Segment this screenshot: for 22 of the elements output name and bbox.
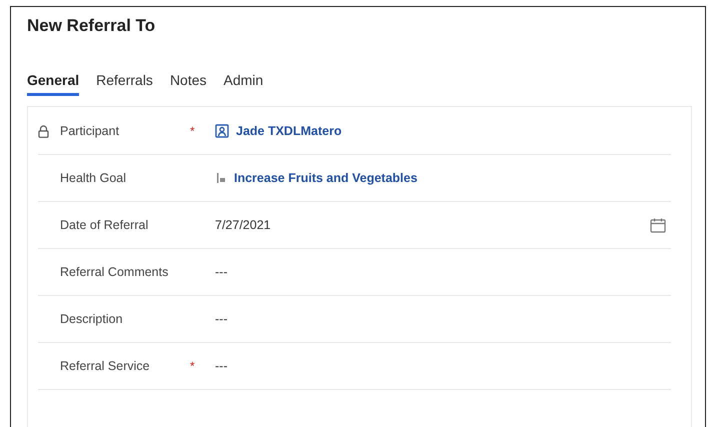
field-label: Date of Referral	[60, 218, 150, 232]
lookup-link[interactable]: Jade TXDLMatero	[236, 124, 342, 138]
field-value[interactable]: ---	[215, 359, 228, 373]
field-label: Participant	[60, 124, 120, 138]
form-title: New Referral To	[27, 16, 156, 36]
field-label: Health Goal	[60, 171, 128, 185]
lookup-link[interactable]: Increase Fruits and Vegetables	[234, 171, 418, 185]
tab[interactable]: Admin	[224, 72, 264, 96]
goal-icon	[215, 172, 227, 184]
field-value[interactable]: ---	[215, 312, 228, 326]
calendar-icon[interactable]	[650, 218, 666, 232]
tab[interactable]: Notes	[170, 72, 207, 96]
field-label: Description	[60, 312, 124, 326]
tab[interactable]: Referrals	[96, 72, 153, 96]
field-label: Referral Comments	[60, 265, 170, 279]
field-label: Referral Service	[60, 359, 151, 373]
field-value[interactable]: ---	[215, 265, 228, 279]
contact-card-icon	[215, 124, 229, 138]
required-marker: *	[190, 359, 195, 373]
date-value[interactable]: 7/27/2021	[215, 218, 271, 232]
tab[interactable]: General	[27, 72, 80, 96]
required-marker: *	[190, 124, 195, 138]
